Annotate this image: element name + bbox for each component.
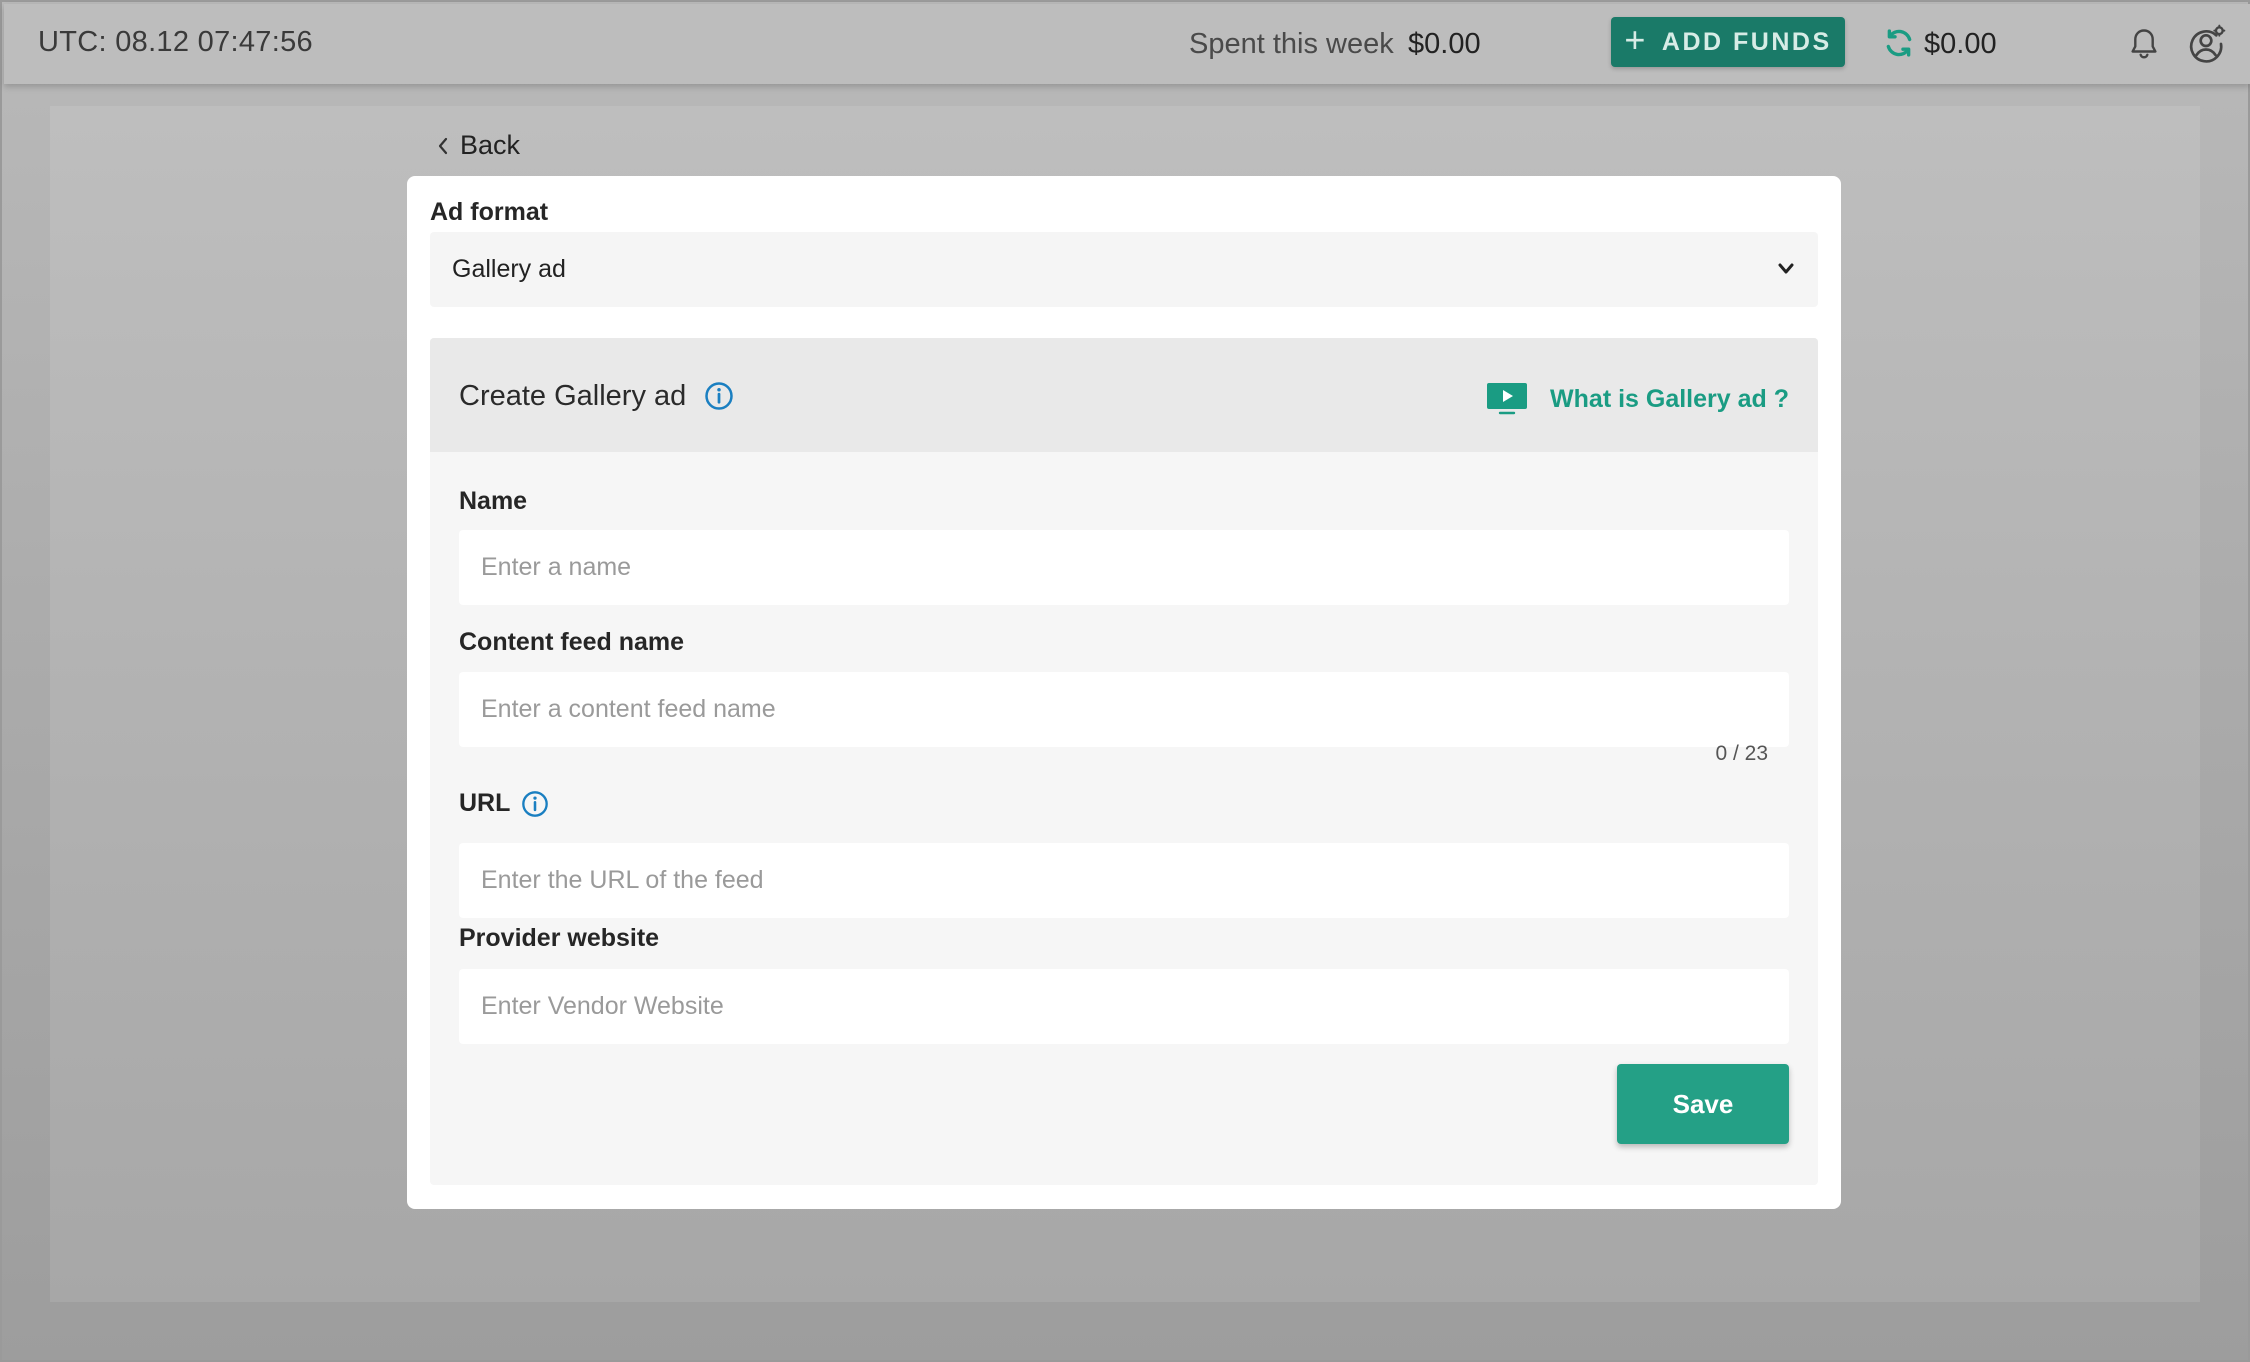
spent-this-week-value: $0.00 xyxy=(1408,28,1481,60)
back-label: Back xyxy=(460,130,521,160)
refresh-icon[interactable] xyxy=(1882,26,1916,60)
top-bar: UTC: 08.12 07:47:56 Spent this week $0.0… xyxy=(4,4,2250,84)
what-is-gallery-ad-link[interactable]: What is Gallery ad ? xyxy=(1486,382,1789,416)
section-title: Create Gallery ad xyxy=(459,380,687,412)
name-input[interactable] xyxy=(459,530,1789,605)
spent-this-week-label: Spent this week xyxy=(1189,28,1394,60)
content-feed-name-input[interactable] xyxy=(459,672,1789,747)
character-counter: 0 / 23 xyxy=(1715,742,1768,765)
account-balance: $0.00 xyxy=(1924,28,1997,60)
create-ad-section: Create Gallery ad What is Gallery ad ? N… xyxy=(430,338,1818,1185)
add-funds-button[interactable]: + ADD FUNDS xyxy=(1611,17,1845,67)
info-icon[interactable] xyxy=(704,381,734,411)
provider-website-label: Provider website xyxy=(459,924,660,952)
back-link[interactable]: Back xyxy=(436,130,520,161)
url-label: URL xyxy=(459,789,511,817)
chevron-down-icon xyxy=(1778,263,1794,274)
content-feed-name-label: Content feed name xyxy=(459,628,685,656)
app-frame: UTC: 08.12 07:47:56 Spent this week $0.0… xyxy=(0,0,2250,1362)
plus-icon: + xyxy=(1624,19,1648,60)
video-icon xyxy=(1487,383,1528,415)
section-header: Create Gallery ad What is Gallery ad ? xyxy=(430,338,1818,452)
ad-format-label: Ad format xyxy=(430,198,549,226)
name-label: Name xyxy=(459,487,528,515)
utc-clock: UTC: 08.12 07:47:56 xyxy=(38,26,313,58)
help-link-label: What is Gallery ad ? xyxy=(1550,384,1789,413)
ad-format-selected-value: Gallery ad xyxy=(452,255,566,283)
chevron-left-icon xyxy=(438,137,448,154)
add-funds-label: ADD FUNDS xyxy=(1661,27,1832,56)
account-settings-icon[interactable] xyxy=(2186,24,2226,64)
ad-form-card: Ad format Gallery ad Create Gallery ad W… xyxy=(407,176,1841,1209)
save-button[interactable]: Save xyxy=(1617,1064,1789,1144)
url-input[interactable] xyxy=(459,843,1789,918)
info-icon[interactable] xyxy=(521,790,549,818)
bell-icon[interactable] xyxy=(2126,25,2162,63)
provider-website-input[interactable] xyxy=(459,969,1789,1044)
ad-format-select[interactable]: Gallery ad xyxy=(430,232,1818,307)
